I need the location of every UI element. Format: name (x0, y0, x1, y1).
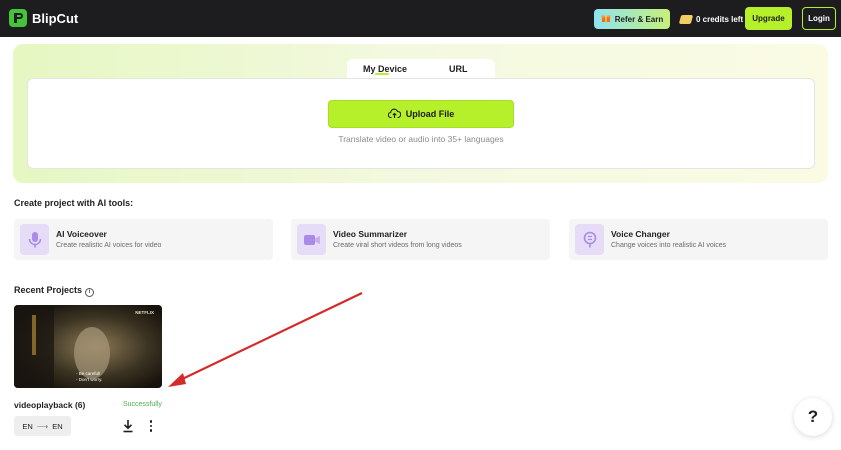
tool-card-video-summarizer[interactable]: Video Summarizer Create viral short vide… (291, 219, 550, 260)
refer-and-earn-button[interactable]: Refer & Earn (594, 9, 670, 29)
active-tab-indicator (375, 73, 389, 75)
voice-changer-icon (575, 224, 604, 255)
source-language: EN (22, 421, 33, 431)
upload-file-label: Upload File (405, 109, 455, 119)
language-pair-badge: EN ⟶ EN (14, 416, 71, 436)
recent-projects-heading: Recent Projects i (14, 285, 95, 297)
thumbnail-subtitles: - Be careful! - Don't worry. (76, 371, 102, 383)
tool-name: Video Summarizer (333, 229, 408, 239)
info-icon[interactable]: i (85, 287, 95, 297)
subtitle-line: - Don't worry. (76, 377, 103, 382)
top-navigation-bar: BlipCut Refer & Earn 0 credits left Upgr… (0, 0, 841, 37)
target-language: EN (52, 421, 63, 431)
cloud-upload-icon (387, 108, 402, 121)
login-button[interactable]: Login (802, 7, 836, 30)
project-thumbnail[interactable]: NETFLIX - Be careful! - Don't worry. (14, 305, 162, 388)
brand-name[interactable]: BlipCut (32, 11, 78, 26)
upload-hint: Translate video or audio into 35+ langua… (338, 134, 504, 144)
upload-file-button[interactable]: Upload File (328, 100, 514, 128)
more-options-icon[interactable] (146, 418, 156, 434)
recent-projects-label: Recent Projects (14, 285, 83, 295)
help-button[interactable]: ? (794, 398, 832, 436)
blipcut-logo-icon[interactable] (9, 9, 27, 27)
tool-description: Change voices into realistic AI voices (611, 242, 727, 249)
gift-icon (601, 13, 611, 25)
download-icon[interactable] (122, 419, 134, 433)
tool-name: Voice Changer (611, 229, 670, 239)
upgrade-button[interactable]: Upgrade (745, 7, 792, 30)
tool-name: AI Voiceover (56, 229, 107, 239)
ai-tools-heading: Create project with AI tools: (14, 198, 134, 208)
credits-indicator: 0 credits left (678, 9, 744, 29)
ticket-icon (678, 14, 694, 24)
tool-description: Create viral short videos from long vide… (333, 242, 462, 249)
tool-card-ai-voiceover[interactable]: AI Voiceover Create realistic AI voices … (14, 219, 273, 260)
video-summarizer-icon (297, 224, 326, 255)
arrow-right-icon: ⟶ (36, 421, 49, 431)
refer-and-earn-label: Refer & Earn (614, 14, 664, 24)
source-tabs: My Device URL (347, 59, 495, 79)
credits-label: 0 credits left (696, 14, 744, 24)
project-name[interactable]: videoplayback (6) (14, 400, 85, 410)
project-status: Successfully (123, 401, 162, 408)
thumbnail-watermark: NETFLIX (135, 310, 154, 315)
tab-url[interactable]: URL (449, 64, 468, 74)
tool-card-voice-changer[interactable]: Voice Changer Change voices into realist… (569, 219, 828, 260)
tool-description: Create realistic AI voices for video (56, 242, 162, 249)
microphone-icon (20, 224, 49, 255)
